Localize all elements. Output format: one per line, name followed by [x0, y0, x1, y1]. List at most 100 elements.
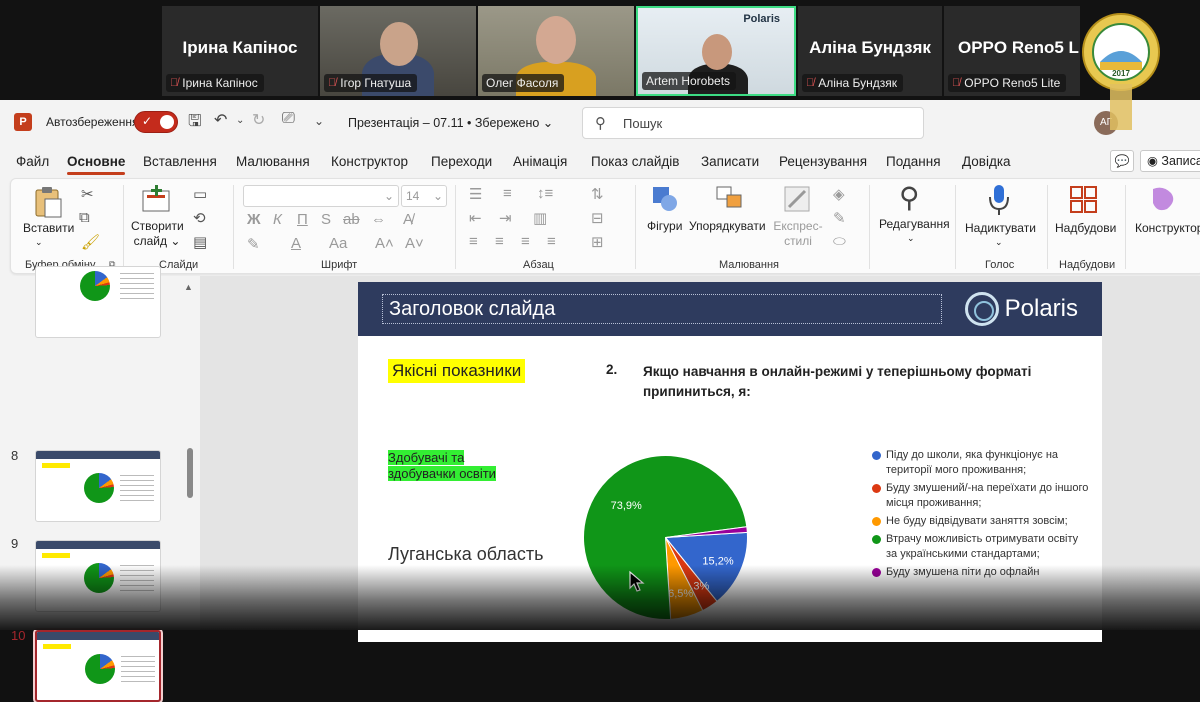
tab-view[interactable]: Подання [886, 154, 941, 169]
align-text-icon[interactable]: ⊟ [591, 209, 604, 227]
present-icon[interactable]: ⎚ [282, 110, 295, 128]
participant-tile-ihor[interactable]: 🎙̸ Ігор Гнатуша [320, 6, 476, 96]
addins-button[interactable]: Надбудови [1055, 221, 1116, 235]
change-case-icon[interactable]: Aa [329, 235, 347, 252]
editing-dropdown-icon[interactable]: ⌄ [907, 233, 915, 244]
tab-record[interactable]: Записати [701, 154, 759, 169]
smartart-icon[interactable]: ⊞ [591, 233, 604, 251]
participant-tile-oleh[interactable]: Олег Фасоля [478, 6, 634, 96]
paste-icon[interactable] [33, 185, 63, 219]
slide[interactable]: Заголовок слайда Polaris Якісні показник… [358, 282, 1102, 642]
tab-insert[interactable]: Вставлення [143, 154, 217, 169]
quick-styles-icon[interactable] [783, 185, 813, 215]
tab-draw[interactable]: Малювання [236, 154, 310, 169]
participant-tile-alina[interactable]: Аліна Бундзяк 🎙̸ Аліна Бундзяк [798, 6, 942, 96]
new-slide-button[interactable]: Створити слайд ⌄ [131, 219, 184, 249]
participant-tile-artem-active-speaker[interactable]: Polaris Artem Horobets [636, 6, 796, 96]
editing-button[interactable]: Редагування [879, 217, 950, 231]
tab-help[interactable]: Довідка [962, 154, 1011, 169]
section-icon[interactable]: ▤ [193, 233, 207, 251]
strikethrough-icon[interactable]: ab [343, 211, 360, 228]
students-label[interactable]: Здобувачі та здобувачки освіти [388, 450, 510, 482]
layout-icon[interactable]: ▭ [193, 185, 207, 203]
thumbnails-scrollbar[interactable] [187, 448, 193, 498]
underline-icon[interactable]: П [297, 211, 308, 228]
justify-icon[interactable]: ≡ [547, 233, 556, 250]
align-left-icon[interactable]: ≡ [469, 233, 478, 250]
slide-title[interactable]: Заголовок слайда [382, 294, 942, 324]
cut-icon[interactable]: ✂ [81, 185, 94, 203]
numbering-icon[interactable]: ≡ [503, 185, 512, 202]
highlight-icon[interactable]: ✎ [247, 235, 260, 253]
bullets-icon[interactable]: ☰ [469, 185, 482, 203]
region-label[interactable]: Луганська область [388, 544, 543, 565]
increase-font-icon[interactable]: A˄ [375, 235, 394, 252]
designer-icon[interactable] [1149, 185, 1177, 213]
font-size-combobox[interactable]: 14 ⌄ [401, 185, 447, 207]
tab-review[interactable]: Рецензування [779, 154, 867, 169]
question-number[interactable]: 2. [606, 362, 617, 377]
undo-dropdown-icon[interactable]: ⌄ [236, 115, 244, 126]
slide-thumbnail-9[interactable] [35, 540, 161, 612]
record-button[interactable]: ◉ Записа [1140, 150, 1200, 172]
comments-button[interactable]: 💬 [1110, 150, 1134, 172]
tab-file[interactable]: Файл [16, 154, 49, 169]
font-color-icon[interactable]: A [291, 235, 301, 252]
shape-outline-icon[interactable]: ✎ [833, 209, 846, 227]
font-name-combobox[interactable]: ⌄ [243, 185, 399, 207]
participant-tile-iryna[interactable]: Ірина Капінос 🎙̸ Ірина Капінос [162, 6, 318, 96]
quality-indicators-label[interactable]: Якісні показники [388, 359, 526, 383]
search-box[interactable]: ⚲ Пошук [582, 107, 924, 139]
paste-dropdown-icon[interactable]: ⌄ [35, 237, 43, 248]
tab-slide-show[interactable]: Показ слайдів [591, 154, 679, 169]
align-center-icon[interactable]: ≡ [495, 233, 504, 250]
tab-design[interactable]: Конструктор [331, 154, 408, 169]
tab-transitions[interactable]: Переходи [431, 154, 492, 169]
shape-fill-icon[interactable]: ◈ [833, 185, 845, 203]
reset-icon[interactable]: ⟲ [193, 209, 206, 227]
decrease-font-icon[interactable]: A˅ [405, 235, 424, 252]
designer-button[interactable]: Конструктор [1135, 221, 1200, 235]
find-icon[interactable]: ⚲ [899, 181, 920, 214]
columns-icon[interactable]: ▥ [533, 209, 547, 227]
slide-thumbnail-10-selected[interactable] [33, 628, 163, 702]
text-direction-icon[interactable]: ⇅ [591, 185, 604, 203]
participant-tile-oppo[interactable]: OPPO Reno5 Li 🎙̸ OPPO Reno5 Lite [944, 6, 1080, 96]
pie-chart[interactable]: 15,2%3,3%6,5%73,9% [578, 450, 753, 625]
italic-icon[interactable]: К [273, 211, 282, 228]
shadow-icon[interactable]: S [321, 211, 331, 228]
slide-thumbnail-7[interactable] [35, 266, 161, 338]
bold-icon[interactable]: Ж [247, 211, 261, 228]
question-text[interactable]: Якщо навчання в онлайн-режимі у теперішн… [643, 362, 1063, 402]
dictate-button[interactable]: Надиктувати [965, 221, 1036, 235]
document-title[interactable]: Презентація – 07.11 • Збережено ⌄ [348, 115, 553, 130]
shape-effects-icon[interactable]: ⬭ [833, 233, 846, 250]
new-slide-icon[interactable] [139, 185, 173, 215]
tab-home[interactable]: Основне [67, 154, 126, 175]
character-spacing-icon[interactable]: ⇔ [371, 211, 386, 228]
scroll-up-icon[interactable]: ▲ [184, 282, 193, 292]
arrange-icon[interactable] [715, 185, 745, 213]
paste-button[interactable]: Вставити [23, 221, 74, 235]
tab-animations[interactable]: Анімація [513, 154, 567, 169]
microphone-icon[interactable] [987, 183, 1011, 217]
copy-icon[interactable]: ⧉ [79, 209, 90, 226]
arrange-button[interactable]: Упорядкувати [689, 219, 766, 233]
undo-icon[interactable]: ↶ [214, 110, 227, 130]
redo-icon[interactable]: ↻ [252, 110, 265, 130]
line-spacing-icon[interactable]: ↕≡ [537, 185, 553, 202]
dictate-dropdown-icon[interactable]: ⌄ [995, 237, 1003, 248]
align-right-icon[interactable]: ≡ [521, 233, 530, 250]
save-icon[interactable]: 🖫 [188, 110, 202, 137]
quick-styles-button[interactable]: Експрес-стилі [769, 219, 827, 249]
decrease-indent-icon[interactable]: ⇤ [469, 209, 482, 227]
shapes-button[interactable]: Фігури [647, 219, 682, 233]
slide-thumbnail-8[interactable] [35, 450, 161, 522]
customize-toolbar-icon[interactable]: ⌄ [314, 114, 324, 128]
clear-formatting-icon[interactable]: A̸ [403, 211, 413, 228]
addins-icon[interactable] [1069, 185, 1099, 215]
autosave-toggle[interactable]: ✓ [134, 111, 178, 133]
increase-indent-icon[interactable]: ⇥ [499, 209, 512, 227]
shapes-icon[interactable] [651, 185, 679, 213]
format-painter-icon[interactable]: 🖌 [81, 233, 100, 251]
